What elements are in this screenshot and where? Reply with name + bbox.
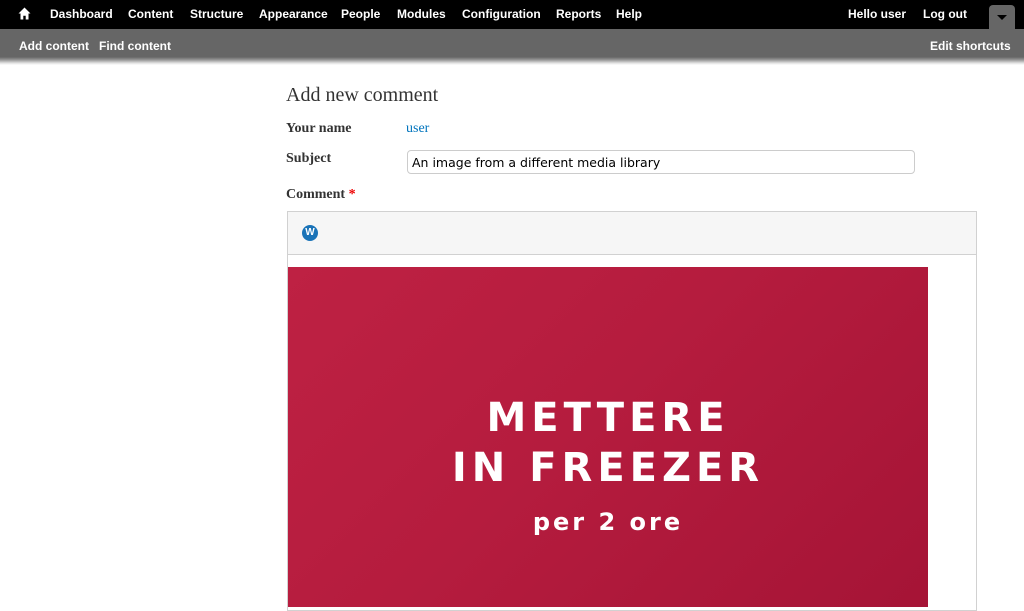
shortcuts-bar: Add content Find content Edit shortcuts [0,29,1024,65]
form-title: Add new comment [286,84,439,106]
subject-input[interactable] [407,150,915,174]
menu-reports[interactable]: Reports [556,7,601,21]
comment-label: Comment * [286,187,356,203]
menu-modules[interactable]: Modules [397,7,446,21]
home-icon[interactable] [18,7,31,20]
image-text-line3: per 2 ore [532,508,684,536]
shortcut-add-content[interactable]: Add content [19,39,89,53]
menu-help[interactable]: Help [616,7,642,21]
comment-editor[interactable]: W METTERE IN FREEZER per 2 ore [287,211,977,611]
shortcut-find-content[interactable]: Find content [99,39,171,53]
menu-people[interactable]: People [341,7,380,21]
comment-label-text: Comment [286,187,346,202]
image-text-line1: METTERE [486,395,730,441]
user-greeting: Hello user [848,7,906,21]
triangle-down-icon [997,15,1007,20]
menu-content[interactable]: Content [128,7,173,21]
your-name-label: Your name [286,121,352,136]
required-marker: * [348,187,356,202]
subject-label: Subject [286,151,332,166]
username[interactable]: user [881,7,906,21]
menu-configuration[interactable]: Configuration [462,7,541,21]
your-name-link[interactable]: user [406,121,429,137]
menu-dashboard[interactable]: Dashboard [50,7,113,21]
greeting-prefix: Hello [848,7,881,21]
shortcuts-toggle-button[interactable] [989,5,1015,29]
edit-shortcuts-link[interactable]: Edit shortcuts [930,39,1011,53]
media-library-icon[interactable]: W [302,225,318,241]
image-text-line2: IN FREEZER [451,445,765,491]
admin-toolbar: Dashboard Content Structure Appearance P… [0,0,1024,29]
menu-structure[interactable]: Structure [190,7,243,21]
menu-appearance[interactable]: Appearance [259,7,328,21]
embedded-media-image[interactable]: METTERE IN FREEZER per 2 ore [288,267,928,607]
editor-toolbar: W [288,212,976,255]
logout-link[interactable]: Log out [923,7,967,21]
